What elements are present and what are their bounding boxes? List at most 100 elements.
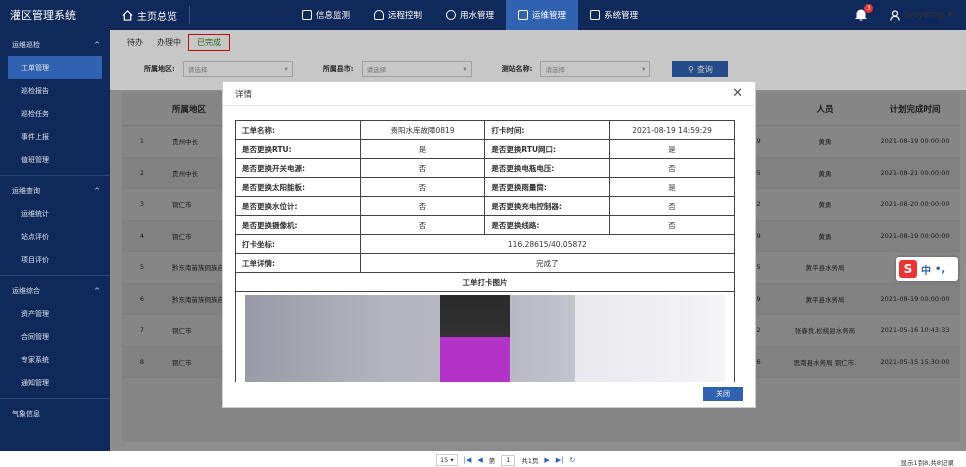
photo-light-region [575,295,725,382]
field-value: 否 [359,177,486,197]
pagination-info: 显示1到8,共8记录 [900,459,954,467]
sidebar-item-weather[interactable]: 气象信息 [0,403,110,425]
sidebar-item-label: 运维统计 [21,209,49,218]
modal-header: 详情 ✕ [223,82,755,106]
detail-field-row: 工单名称: 贵阳水库故障0819 打卡时间: 2021-08-19 14:59:29 [235,120,735,140]
close-icon[interactable]: ✕ [732,86,743,101]
sidebar-item-experts[interactable]: 专家系统 [0,348,110,371]
detail-label: 工单详情: [235,253,361,273]
nav-info-monitor[interactable]: 信息监测 [290,0,362,30]
refresh-icon[interactable]: ↻ [570,456,576,464]
main-nav: 信息监测 远程控制 用水管理 运维管理 系统管理 [290,0,650,30]
nav-label: 运维管理 [532,11,567,21]
modal-title: 详情 [235,89,253,100]
detail-field-row: 是否更换RTU: 是是否更换RTU网口: 是 [235,139,735,159]
coord-row: 打卡坐标: 116.28615/40.05872 [235,234,735,254]
monitor-icon [302,10,312,20]
sidebar-item-work-orders[interactable]: 工单管理 [8,56,102,79]
home-link[interactable]: 主页总览 [110,6,190,24]
sidebar-item-duty[interactable]: 值班管理 [0,148,110,171]
field-label: 是否更换太阳能板: [235,177,361,197]
sidebar-section-general[interactable]: 运维综合 ^ [0,280,110,302]
divider [0,175,110,176]
sidebar-item-label: 站点评价 [21,232,49,241]
nav-water-use[interactable]: 用水管理 [434,0,506,30]
sidebar-item-inspection-report[interactable]: 巡检报告 [0,79,110,102]
field-label: 是否更换RTU: [235,139,361,159]
modal-body: 工单名称: 贵阳水库故障0819 打卡时间: 2021-08-19 14:59:29 是… [235,120,735,382]
sidebar-item-event-report[interactable]: 事件上报 [0,125,110,148]
page-input[interactable]: 1 [501,454,516,466]
ime-toolbar[interactable]: S 中 •, [896,257,958,281]
sidebar-item-notices[interactable]: 通知管理 [0,371,110,394]
field-label: 是否更换水位计: [235,196,361,216]
nav-remote-control[interactable]: 远程控制 [362,0,434,30]
field-label: 是否更换线路: [484,215,611,235]
nav-label: 远程控制 [388,11,423,21]
notification-badge: 3 [864,4,874,13]
user-icon [890,9,900,21]
water-icon [446,10,457,20]
nav-system[interactable]: 系统管理 [578,0,650,30]
sidebar: 运维巡检 ^ 工单管理 巡检报告 巡检任务 事件上报 值班管理 运维查询 ^ 运维统… [0,30,110,451]
briefcase-icon [518,10,529,20]
notification-bell[interactable]: 3 [854,4,874,22]
field-value: 是 [609,177,735,197]
sidebar-item-statistics[interactable]: 运维统计 [0,202,110,225]
nav-operations[interactable]: 运维管理 [506,0,579,30]
detail-row: 工单详情: 完成了 [235,253,735,273]
sidebar-item-project-eval[interactable]: 项目评价 [0,248,110,271]
field-label: 是否更换雨量筒: [484,177,611,197]
page-size: 15 [440,456,449,464]
prev-page-icon[interactable]: ◀ [477,456,482,464]
remote-icon [374,10,385,20]
sidebar-section-inspection[interactable]: 运维巡检 ^ [0,34,110,56]
field-value: 2021-08-19 14:59:29 [609,120,735,140]
field-label: 打卡时间: [484,120,611,140]
divider [0,398,110,399]
field-label: 是否更换摄像机: [235,215,361,235]
close-button[interactable]: 关闭 [703,387,743,401]
pagination: 15 ▾ |◀ ◀ 第 1 共1页 ▶ ▶| ↻ [436,454,575,466]
sidebar-item-label: 资产管理 [21,309,49,318]
section-label: 运维巡检 [12,41,40,49]
last-page-icon[interactable]: ▶| [556,456,564,464]
divider [0,275,110,276]
total-pages: 共1页 [521,457,539,465]
right-tools: 3 sysywmg ▾ [854,0,952,30]
sidebar-item-station-eval[interactable]: 站点评价 [0,225,110,248]
nav-label: 系统管理 [604,11,639,21]
sidebar-item-assets[interactable]: 资产管理 [0,302,110,325]
nav-label: 信息监测 [316,11,351,21]
sidebar-item-contracts[interactable]: 合同管理 [0,325,110,348]
ime-punct-icon: •, [935,263,946,275]
sidebar-section-query[interactable]: 运维查询 ^ [0,180,110,202]
chevron-down-icon: ▾ [947,10,952,20]
field-value: 否 [609,196,735,216]
detail-field-row: 是否更换开关电源: 否是否更换电瓶电压: 否 [235,158,735,178]
nav-label: 用水管理 [460,11,495,21]
sidebar-item-label: 巡检报告 [21,86,49,95]
field-label: 是否更换电瓶电压: [484,158,611,178]
home-icon [122,9,133,21]
sidebar-item-label: 事件上报 [21,132,49,141]
field-value: 是 [359,139,486,159]
first-page-icon[interactable]: |◀ [464,456,472,464]
sidebar-item-label: 专家系统 [21,355,49,364]
sidebar-item-label: 巡检任务 [21,109,49,118]
check-in-photo[interactable] [245,295,725,382]
sidebar-item-label: 项目评价 [21,255,49,264]
page-size-select[interactable]: 15 ▾ [436,454,458,466]
sidebar-item-label: 合同管理 [21,332,49,341]
user-menu[interactable]: sysywmg ▾ [890,9,952,21]
field-value: 否 [359,215,486,235]
sidebar-item-inspection-task[interactable]: 巡检任务 [0,102,110,125]
chevron-up-icon: ^ [94,287,100,295]
sidebar-item-label: 工单管理 [21,63,49,72]
coord-label: 打卡坐标: [235,234,361,254]
field-value: 否 [609,158,735,178]
photo-magenta-region [440,337,510,382]
field-value: 否 [359,196,486,216]
user-name: sysywmg [904,10,944,20]
next-page-icon[interactable]: ▶ [544,456,549,464]
